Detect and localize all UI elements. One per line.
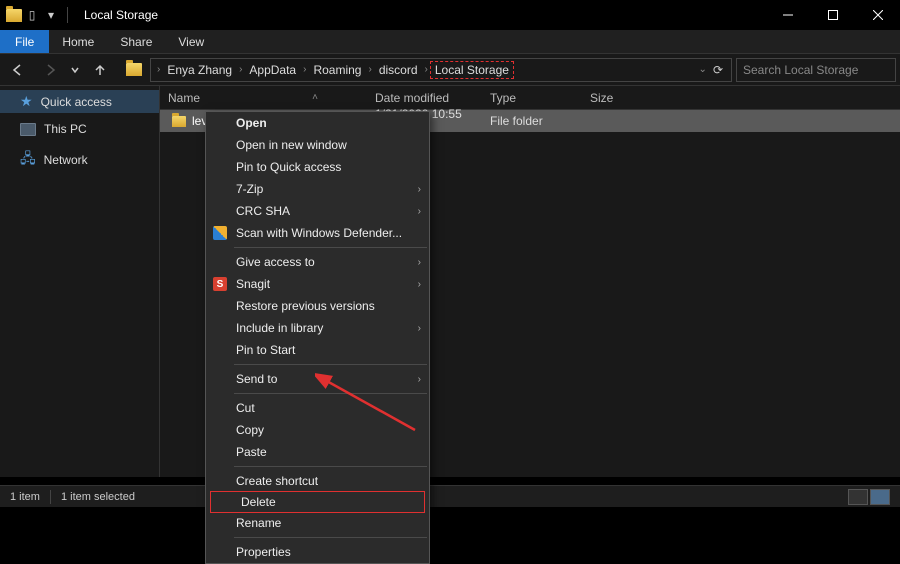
- menu-defender[interactable]: Scan with Windows Defender...: [206, 222, 429, 244]
- menu-open[interactable]: Open: [206, 112, 429, 134]
- minimize-button[interactable]: [765, 0, 810, 30]
- menu-label: Scan with Windows Defender...: [236, 226, 402, 240]
- column-label: Name: [168, 91, 200, 105]
- separator: [50, 490, 51, 504]
- column-type[interactable]: Type: [482, 91, 582, 105]
- chevron-right-icon: ›: [418, 206, 421, 217]
- menu-create-shortcut[interactable]: Create shortcut: [206, 470, 429, 492]
- status-selected-count: 1 item selected: [61, 491, 135, 503]
- forward-button[interactable]: [36, 58, 64, 82]
- column-headers: Name ˄ Date modified Type Size: [160, 86, 900, 110]
- shield-icon: [212, 225, 228, 241]
- menu-pin-start[interactable]: Pin to Start: [206, 339, 429, 361]
- view-details-icon[interactable]: [848, 489, 868, 505]
- crumb-1[interactable]: AppData: [244, 63, 301, 77]
- close-button[interactable]: [855, 0, 900, 30]
- column-size[interactable]: Size: [582, 91, 662, 105]
- separator: [234, 537, 427, 538]
- menu-open-new-window[interactable]: Open in new window: [206, 134, 429, 156]
- up-button[interactable]: [86, 58, 114, 82]
- chevron-right-icon: ›: [301, 64, 308, 75]
- breadcrumb[interactable]: › Enya Zhang › AppData › Roaming › disco…: [150, 58, 732, 82]
- menu-label: Give access to: [236, 255, 315, 269]
- navigation-bar: › Enya Zhang › AppData › Roaming › disco…: [0, 54, 900, 86]
- address-folder-icon: [126, 63, 142, 76]
- column-date[interactable]: Date modified: [367, 91, 482, 105]
- menu-snagit[interactable]: S Snagit ›: [206, 273, 429, 295]
- menu-label: Include in library: [236, 321, 323, 335]
- separator: [234, 247, 427, 248]
- navigation-pane: ★ Quick access This PC 🖧 Network: [0, 86, 160, 477]
- qa-new-icon[interactable]: ▯: [25, 9, 39, 21]
- chevron-right-icon: ›: [418, 257, 421, 268]
- network-icon: 🖧: [20, 148, 36, 172]
- menu-paste[interactable]: Paste: [206, 441, 429, 463]
- sidebar-item-network[interactable]: 🖧 Network: [0, 145, 159, 175]
- menu-pin-quick-access[interactable]: Pin to Quick access: [206, 156, 429, 178]
- qa-dropdown-icon[interactable]: ▾: [44, 9, 58, 21]
- crumb-2[interactable]: Roaming: [308, 63, 366, 77]
- crumb-3[interactable]: discord: [374, 63, 423, 77]
- sidebar-item-label: Quick access: [41, 95, 112, 109]
- separator: [234, 393, 427, 394]
- menu-crc-sha[interactable]: CRC SHA ›: [206, 200, 429, 222]
- star-icon: ★: [20, 93, 33, 110]
- menu-copy[interactable]: Copy: [206, 419, 429, 441]
- menu-cut[interactable]: Cut: [206, 397, 429, 419]
- menu-include-library[interactable]: Include in library ›: [206, 317, 429, 339]
- app-folder-icon: [6, 9, 22, 22]
- menu-give-access[interactable]: Give access to ›: [206, 251, 429, 273]
- separator: [234, 364, 427, 365]
- context-menu: Open Open in new window Pin to Quick acc…: [205, 111, 430, 564]
- chevron-right-icon: ›: [418, 184, 421, 195]
- title-bar: ▯ ▾ Local Storage: [0, 0, 900, 30]
- status-bar: 1 item 1 item selected: [0, 485, 900, 507]
- menu-label: Snagit: [236, 277, 270, 291]
- snagit-icon: S: [212, 276, 228, 292]
- status-item-count: 1 item: [10, 491, 40, 503]
- crumb-0[interactable]: Enya Zhang: [162, 63, 237, 77]
- menu-label: 7-Zip: [236, 182, 263, 196]
- chevron-right-icon: ›: [418, 323, 421, 334]
- view-large-icon[interactable]: [870, 489, 890, 505]
- separator: [234, 466, 427, 467]
- maximize-button[interactable]: [810, 0, 855, 30]
- menu-send-to[interactable]: Send to ›: [206, 368, 429, 390]
- menu-rename[interactable]: Rename: [206, 512, 429, 534]
- chevron-right-icon: ›: [418, 279, 421, 290]
- sidebar-item-label: Network: [44, 153, 88, 167]
- menu-label: Send to: [236, 372, 277, 386]
- menu-7zip[interactable]: 7-Zip ›: [206, 178, 429, 200]
- recent-dropdown[interactable]: [68, 58, 82, 82]
- crumb-4[interactable]: Local Storage: [430, 61, 514, 79]
- sidebar-item-label: This PC: [44, 122, 87, 136]
- sidebar-item-this-pc[interactable]: This PC: [0, 119, 159, 139]
- tab-share[interactable]: Share: [107, 30, 165, 53]
- file-tab[interactable]: File: [0, 30, 49, 53]
- chevron-right-icon: ›: [237, 64, 244, 75]
- menu-properties[interactable]: Properties: [206, 541, 429, 563]
- chevron-right-icon: ›: [418, 374, 421, 385]
- refresh-icon[interactable]: ⟳: [713, 63, 723, 77]
- chevron-down-icon[interactable]: ⌄: [699, 64, 707, 75]
- file-type-cell: File folder: [482, 114, 582, 128]
- separator: [67, 7, 68, 23]
- menu-label: CRC SHA: [236, 204, 290, 218]
- menu-restore-versions[interactable]: Restore previous versions: [206, 295, 429, 317]
- menu-delete[interactable]: Delete: [210, 491, 425, 513]
- folder-icon: [172, 116, 186, 127]
- tab-view[interactable]: View: [165, 30, 217, 53]
- chevron-right-icon: ›: [155, 64, 162, 75]
- column-name[interactable]: Name ˄: [160, 91, 367, 105]
- pc-icon: [20, 123, 36, 136]
- ribbon-tabs: File Home Share View: [0, 30, 900, 54]
- chevron-right-icon: ›: [423, 64, 430, 75]
- chevron-right-icon: ›: [366, 64, 373, 75]
- back-button[interactable]: [4, 58, 32, 82]
- search-input[interactable]: Search Local Storage: [736, 58, 896, 82]
- window-title: Local Storage: [84, 8, 158, 22]
- sidebar-item-quick-access[interactable]: ★ Quick access: [0, 90, 159, 113]
- sort-indicator-icon: ˄: [312, 92, 318, 103]
- tab-home[interactable]: Home: [49, 30, 107, 53]
